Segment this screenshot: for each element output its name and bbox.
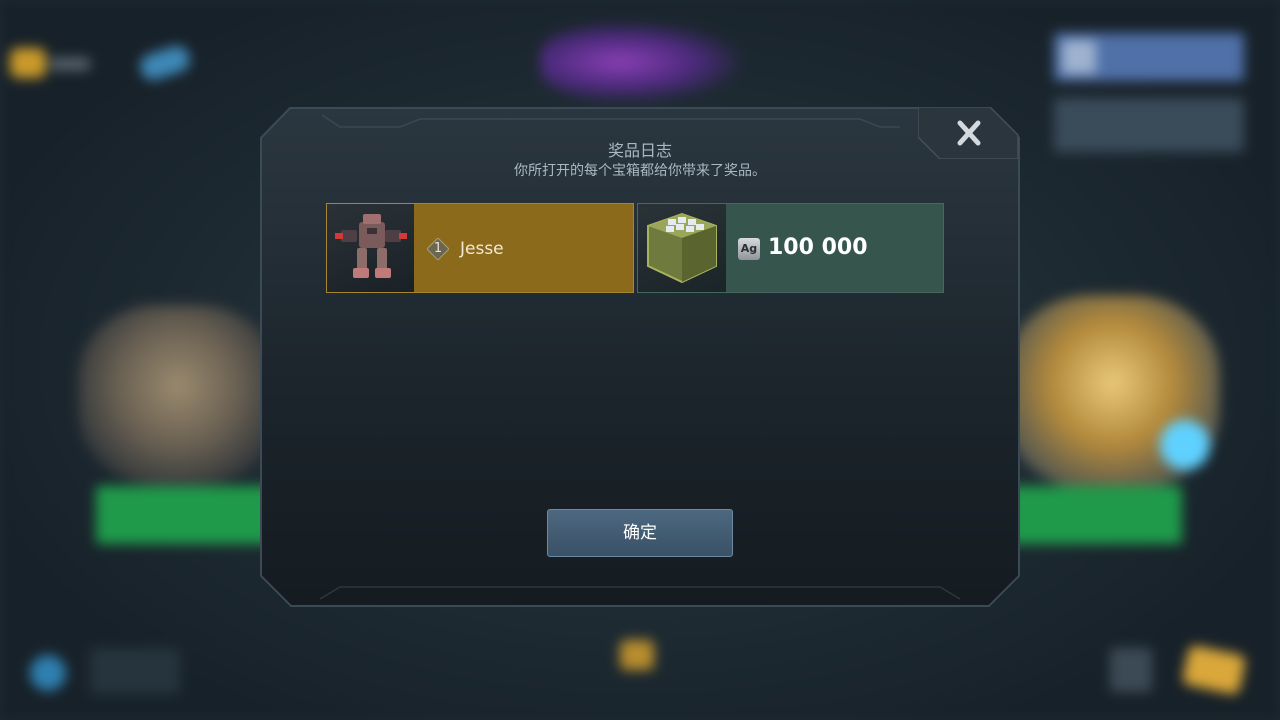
background-buy-button-left — [96, 486, 276, 544]
background-top-button-icon — [1062, 40, 1096, 74]
background-second-button — [1054, 98, 1244, 152]
reward-card-robot[interactable]: 1 Jesse — [326, 203, 634, 293]
background-bottom-button — [1110, 648, 1152, 692]
dialog-subtitle: 你所打开的每个宝箱都给你带来了奖品。 — [514, 163, 766, 179]
background-buy-button-right — [1010, 486, 1182, 544]
background-glow — [1160, 420, 1210, 470]
dialog-title: 奖品日志 — [607, 141, 672, 160]
close-x-icon — [918, 107, 1019, 159]
background-gold-counter — [50, 58, 90, 70]
silver-crate-icon — [647, 212, 717, 284]
background-emblem — [540, 22, 740, 102]
silver-amount: 100 000 — [768, 235, 868, 260]
robot-name: Jesse — [460, 239, 504, 259]
background-gold-icon — [10, 48, 46, 78]
background-bottom-bar — [90, 648, 180, 694]
background-chest-left — [78, 305, 278, 485]
silver-crate-thumbnail — [638, 204, 726, 292]
robot-thumbnail — [327, 204, 415, 292]
reward-log-dialog: 奖品日志 你所打开的每个宝箱都给你带来了奖品。 1 Jesse Ag 100 0… — [260, 107, 1020, 607]
close-button[interactable] — [918, 107, 1020, 159]
reward-card-silver[interactable]: Ag 100 000 — [637, 203, 944, 293]
game-screen: 奖品日志 你所打开的每个宝箱都给你带来了奖品。 1 Jesse Ag 100 0… — [0, 0, 1280, 720]
silver-currency-icon: Ag — [738, 238, 760, 260]
confirm-button[interactable]: 确定 — [547, 509, 733, 557]
robot-mech-icon — [335, 214, 407, 278]
background-bottom-ticket — [1181, 644, 1247, 696]
background-bottom-coin — [620, 640, 654, 670]
background-gem-icon — [137, 42, 193, 84]
robot-level: 1 — [433, 241, 443, 256]
background-bottom-icon — [30, 655, 66, 691]
